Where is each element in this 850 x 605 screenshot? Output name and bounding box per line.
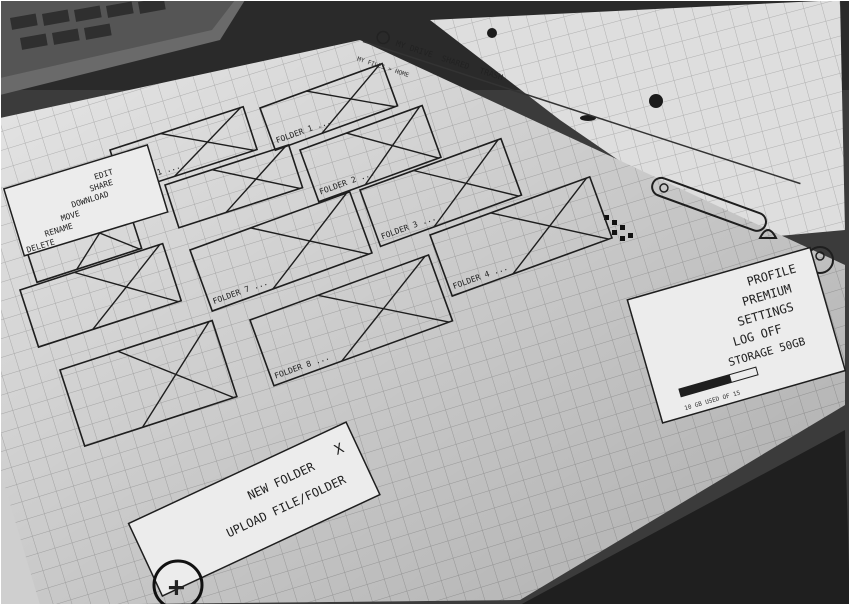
binder-hole <box>487 28 497 38</box>
add-icon: + <box>168 570 185 603</box>
photo-frame: MY DRIVE SHARED TRASH MY FILES > HOME PR… <box>0 0 850 605</box>
notebook-photo: MY DRIVE SHARED TRASH MY FILES > HOME PR… <box>0 0 850 605</box>
binder-hole <box>649 94 663 108</box>
